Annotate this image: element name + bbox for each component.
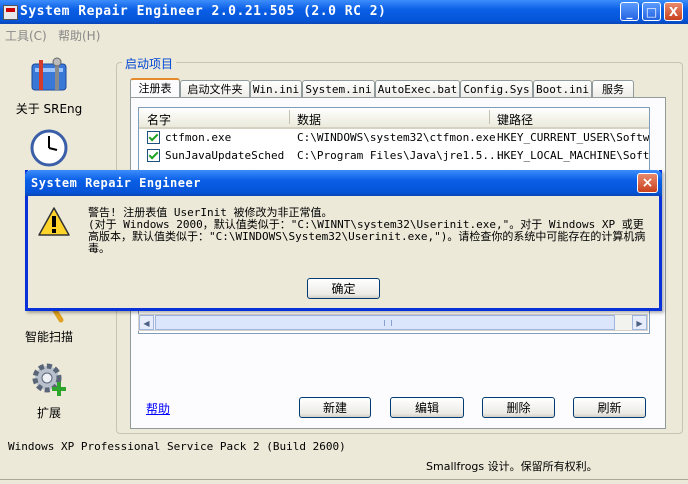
sidebar-label-smart-scan: 智能扫描: [24, 330, 73, 344]
tab-startup-folder[interactable]: 启动文件夹: [180, 80, 250, 98]
dialog-message: 警告! 注册表值 UserInit 被修改为非正常值。 (对于 Windows …: [88, 207, 653, 255]
ok-button[interactable]: 确定: [307, 278, 380, 299]
menu-bar: 工具(C) 帮助(H): [0, 24, 688, 44]
clock-icon: [29, 128, 69, 168]
menu-help[interactable]: 帮助(H): [58, 27, 100, 44]
row-path: HKEY_LOCAL_MACHINE\Softwa: [497, 149, 650, 162]
col-path[interactable]: 键路径: [497, 111, 533, 128]
dialog-line2: (对于 Windows 2000，默认值类似于："C:\WINNT\system…: [88, 218, 646, 255]
credit-text: Smallfrogs 设计。保留所有权利。: [426, 460, 598, 473]
sidebar-label-extend: 扩展: [36, 406, 61, 420]
row-checkbox[interactable]: [147, 149, 160, 162]
tab-win-ini[interactable]: Win.ini: [250, 80, 302, 98]
horizontal-scrollbar[interactable]: ◀ ▶: [138, 314, 648, 331]
app-icon: [3, 5, 18, 20]
menu-tools[interactable]: 工具(C): [5, 27, 47, 44]
close-button[interactable]: X: [664, 2, 683, 21]
footer-divider: [0, 479, 688, 480]
delete-button[interactable]: 删除: [482, 397, 555, 418]
warning-icon: [37, 206, 71, 238]
row-checkbox[interactable]: [147, 131, 160, 144]
toolbox-icon: [29, 56, 69, 96]
scroll-left-button[interactable]: ◀: [139, 315, 154, 330]
tab-system-ini[interactable]: System.ini: [302, 80, 375, 98]
table-row[interactable]: ctfmon.exe C:\WINDOWS\system32\ctfmon.ex…: [139, 129, 649, 146]
group-label: 启动项目: [122, 55, 177, 72]
row-name: SunJavaUpdateSched: [165, 149, 285, 162]
row-data: C:\Program Files\Java\jre1.5...: [297, 149, 503, 162]
gear-plus-icon: [29, 360, 69, 400]
maximize-button[interactable]: □: [642, 2, 661, 21]
tab-autoexec[interactable]: AutoExec.bat: [375, 80, 460, 98]
main-titlebar[interactable]: System Repair Engineer 2.0.21.505 (2.0 R…: [0, 0, 688, 24]
tab-boot-ini[interactable]: Boot.ini: [533, 80, 592, 98]
new-button[interactable]: 新建: [299, 397, 371, 418]
edit-button[interactable]: 编辑: [390, 397, 464, 418]
sidebar-item-clock[interactable]: [14, 128, 84, 172]
row-data: C:\WINDOWS\system32\ctfmon.exe: [297, 131, 496, 144]
scroll-right-button[interactable]: ▶: [632, 315, 647, 330]
tab-config-sys[interactable]: Config.Sys: [460, 80, 533, 98]
os-status: Windows XP Professional Service Pack 2 (…: [8, 440, 346, 453]
dialog-titlebar[interactable]: System Repair Engineer ×: [25, 170, 662, 196]
dialog-close-button[interactable]: ×: [637, 173, 658, 193]
minimize-button[interactable]: _: [620, 2, 639, 21]
window-title: System Repair Engineer 2.0.21.505 (2.0 R…: [20, 4, 387, 19]
sidebar-label-about: 关于 SREng: [15, 102, 83, 116]
refresh-button[interactable]: 刷新: [573, 397, 646, 418]
list-header: 名字 数据 键路径: [139, 108, 649, 129]
tab-services[interactable]: 服务: [592, 80, 634, 98]
row-name: ctfmon.exe: [165, 131, 232, 144]
table-row[interactable]: SunJavaUpdateSched C:\Program Files\Java…: [139, 147, 649, 164]
sidebar-item-extend[interactable]: 扩展: [14, 360, 84, 421]
help-link[interactable]: 帮助: [146, 400, 170, 417]
dialog-title: System Repair Engineer: [31, 176, 201, 190]
col-data[interactable]: 数据: [297, 111, 321, 128]
sidebar-item-about[interactable]: 关于 SREng: [14, 56, 84, 117]
col-name[interactable]: 名字: [147, 111, 171, 128]
scroll-thumb[interactable]: [155, 315, 615, 330]
row-path: HKEY_CURRENT_USER\Softwar: [497, 131, 650, 144]
